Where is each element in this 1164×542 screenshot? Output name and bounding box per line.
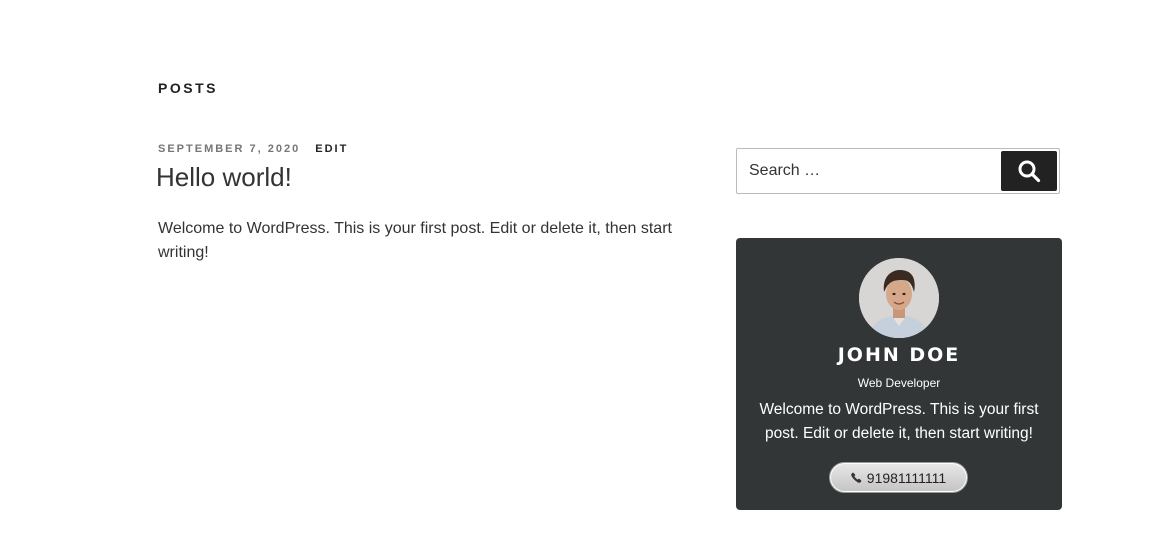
post-title[interactable]: Hello world!: [156, 161, 678, 193]
post: SEPTEMBER 7, 2020 EDIT Hello world! Welc…: [156, 141, 678, 265]
profile-card: JOHN DOE Web Developer Welcome to WordPr…: [736, 238, 1062, 510]
search-input[interactable]: [737, 149, 997, 193]
post-meta: SEPTEMBER 7, 2020 EDIT: [158, 141, 678, 157]
phone-number: 91981111111: [866, 469, 947, 486]
profile-role: Web Developer: [857, 376, 941, 390]
post-date[interactable]: SEPTEMBER 7, 2020: [158, 143, 300, 155]
search-button[interactable]: [1001, 151, 1057, 191]
section-title: POSTS: [158, 80, 218, 96]
profile-name: JOHN DOE: [837, 344, 961, 366]
post-excerpt: Welcome to WordPress. This is your first…: [158, 220, 672, 261]
search-form: [736, 148, 1060, 194]
phone-button[interactable]: 91981111111: [829, 462, 968, 493]
avatar: [859, 258, 939, 338]
phone-icon: [850, 472, 862, 483]
post-edit-link[interactable]: EDIT: [315, 143, 348, 155]
profile-bio: Welcome to WordPress. This is your first…: [759, 401, 1039, 442]
search-icon: [1017, 159, 1041, 183]
page: POSTS SEPTEMBER 7, 2020 EDIT Hello world…: [0, 0, 1164, 542]
